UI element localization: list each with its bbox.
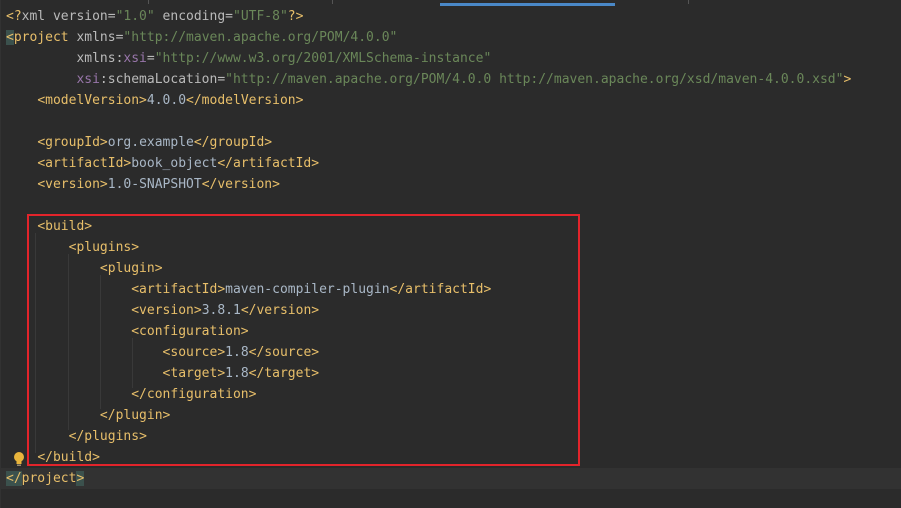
code-line[interactable]: <groupId>org.example</groupId> (6, 132, 272, 153)
code-line[interactable]: xmlns:xsi="http://www.w3.org/2001/XMLSch… (6, 48, 491, 69)
code-token: "http://maven.apache.org/POM/4.0.0 http:… (225, 72, 844, 87)
code-line[interactable]: <artifactId>book_object</artifactId> (6, 153, 319, 174)
code-token: </groupId> (193, 135, 273, 150)
code-token: project (13, 30, 69, 45)
code-editor[interactable]: <?xml version="1.0" encoding="UTF-8"?> <p… (0, 0, 901, 508)
tab-separator (332, 0, 333, 4)
code-token: <? (6, 9, 22, 24)
annotation-highlight-box (27, 214, 580, 466)
code-token: 1.0-SNAPSHOT (107, 177, 202, 192)
code-token: < (6, 30, 14, 45)
code-token: <groupId> (37, 135, 108, 150)
code-token: project (21, 471, 77, 486)
code-line[interactable]: xsi:schemaLocation="http://maven.apache.… (6, 69, 851, 90)
code-token: :schemaLocation= (99, 72, 226, 87)
code-token: org.example (107, 135, 194, 150)
code-token: "1.0" (115, 9, 155, 24)
code-token: <artifactId> (37, 156, 132, 171)
lightbulb-icon[interactable] (12, 451, 26, 467)
code-token: > (843, 72, 852, 87)
gutter-edge (0, 0, 1, 508)
code-token: xsi (6, 72, 100, 87)
code-token: "http://maven.apache.org/POM/4.0.0" (123, 30, 398, 45)
code-token: = (146, 51, 155, 66)
code-token: </artifactId> (217, 156, 320, 171)
code-token: book_object (131, 156, 218, 171)
code-token: encoding= (154, 9, 233, 24)
code-token: "http://www.w3.org/2001/XMLSchema-instan… (154, 51, 492, 66)
code-token: <modelVersion> (37, 93, 147, 108)
active-tab-indicator[interactable] (440, 3, 615, 6)
code-line[interactable]: <version>1.0-SNAPSHOT</version> (6, 174, 280, 195)
code-token: > (76, 471, 85, 486)
code-token: xml version= (21, 9, 116, 24)
code-token: xmlns: (6, 51, 124, 66)
code-token: xsi (123, 51, 147, 66)
code-token: 4.0.0 (146, 93, 187, 108)
code-token: <version> (37, 177, 108, 192)
code-token: </modelVersion> (186, 93, 304, 108)
code-line[interactable]: <?xml version="1.0" encoding="UTF-8"?> (6, 6, 303, 27)
code-token: ?> (287, 9, 304, 24)
code-line[interactable]: <modelVersion>4.0.0</modelVersion> (6, 90, 303, 111)
editor-tab-strip[interactable] (0, 0, 901, 6)
current-line-highlight (0, 468, 901, 489)
code-token: </version> (201, 177, 280, 192)
tab-separator (688, 0, 689, 4)
code-token: </ (6, 471, 22, 486)
code-line[interactable]: </project> (6, 468, 85, 489)
tab-separator (148, 0, 149, 4)
code-line[interactable]: <project xmlns="http://maven.apache.org/… (6, 27, 397, 48)
code-token: xmlns= (68, 30, 124, 45)
code-token: "UTF-8" (233, 9, 288, 24)
